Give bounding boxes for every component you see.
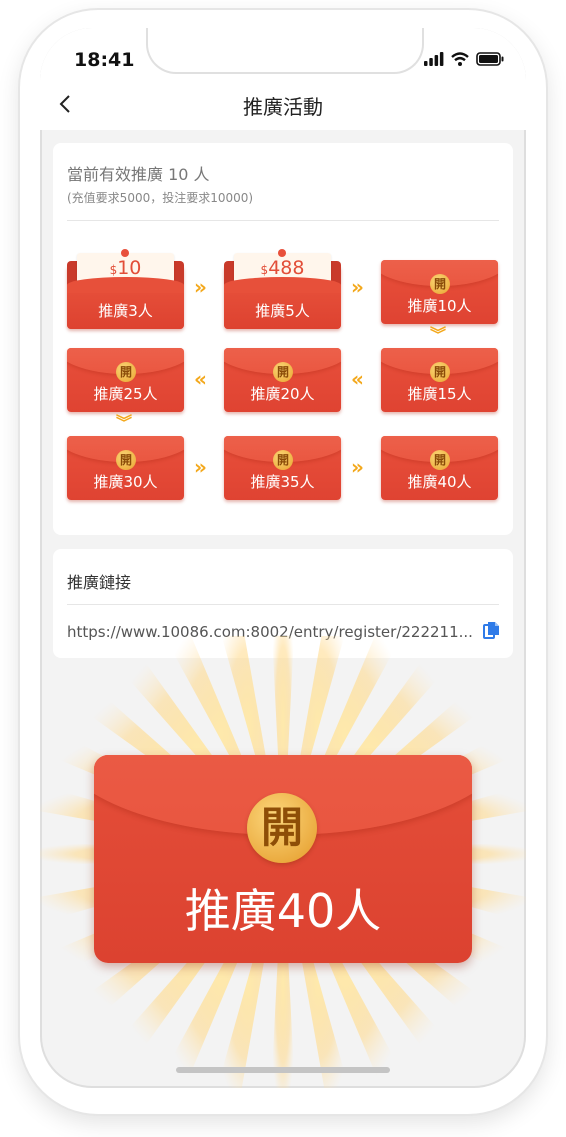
reward-envelope-35[interactable]: 開 推廣35人 <box>224 436 341 500</box>
clock: 18:41 <box>74 49 135 71</box>
divider <box>67 220 499 221</box>
open-seal-icon: 開 <box>273 362 293 382</box>
envelope-label: 推廣35人 <box>250 473 315 491</box>
arrow-right-icon: » <box>194 275 207 299</box>
open-seal-icon: 開 <box>116 450 136 470</box>
open-envelope-button[interactable]: 開 推廣40人 <box>94 755 472 963</box>
requirement-note: (充值要求5000，投注要求10000) <box>67 191 254 205</box>
open-seal-icon: 開 <box>430 450 450 470</box>
big-envelope-label: 推廣40人 <box>184 884 382 938</box>
arrow-right-icon: » <box>194 455 207 479</box>
envelope-label: 推廣5人 <box>255 302 310 320</box>
screen: 18:41 推廣活動 當前有效推廣 10 人 (充值要求5000，投注要求100… <box>40 28 526 1088</box>
arrow-right-icon: » <box>351 275 364 299</box>
reward-envelope-25[interactable]: 開 推廣25人 <box>67 348 184 412</box>
notch <box>146 28 424 74</box>
nav-bar: 推廣活動 <box>40 78 526 130</box>
signal-icon <box>424 52 444 66</box>
open-seal-icon: 開 <box>116 362 136 382</box>
active-promotion-count: 當前有效推廣 10 人 <box>67 165 210 184</box>
reward-envelope-20[interactable]: 開 推廣20人 <box>224 348 341 412</box>
envelope-label: 推廣15人 <box>407 385 472 403</box>
promotion-progress-card: 當前有效推廣 10 人 (充值要求5000，投注要求10000) $10 推廣3… <box>53 143 513 535</box>
home-indicator <box>176 1067 390 1073</box>
amount-value: 488 <box>268 257 305 279</box>
reward-amount: $10 <box>67 257 184 279</box>
open-seal-icon: 開 <box>273 450 293 470</box>
page-title: 推廣活動 <box>243 95 323 119</box>
arrow-down-icon: ︾ <box>430 325 447 344</box>
battery-icon <box>476 52 504 66</box>
open-seal-icon: 開 <box>430 362 450 382</box>
envelope-label: 推廣10人 <box>407 297 472 315</box>
envelope-label: 推廣25人 <box>93 385 158 403</box>
arrow-left-icon: « <box>194 367 207 391</box>
wifi-icon <box>451 52 469 66</box>
reward-envelope-40[interactable]: 開 推廣40人 <box>381 436 498 500</box>
reward-envelope-5[interactable]: $488 推廣5人 <box>224 249 341 329</box>
reward-envelope-3[interactable]: $10 推廣3人 <box>67 249 184 329</box>
reward-amount: $488 <box>224 257 341 279</box>
reward-envelope-10[interactable]: 開 推廣10人 <box>381 260 498 324</box>
envelope-label: 推廣40人 <box>407 473 472 491</box>
envelope-pin <box>278 249 286 257</box>
arrow-down-icon: ︾ <box>116 413 133 432</box>
arrow-right-icon: » <box>351 455 364 479</box>
envelope-pin <box>121 249 129 257</box>
status-icons <box>424 50 504 68</box>
open-seal-icon: 開 <box>247 793 317 863</box>
arrow-left-icon: « <box>351 367 364 391</box>
link-section-title: 推廣鏈接 <box>67 573 132 592</box>
open-seal-icon: 開 <box>430 274 450 294</box>
amount-value: 10 <box>117 257 142 279</box>
reward-envelope-30[interactable]: 開 推廣30人 <box>67 436 184 500</box>
reward-envelope-15[interactable]: 開 推廣15人 <box>381 348 498 412</box>
divider <box>67 604 499 605</box>
envelope-label: 推廣20人 <box>250 385 315 403</box>
envelope-label: 推廣30人 <box>93 473 158 491</box>
envelope-label: 推廣3人 <box>98 302 153 320</box>
